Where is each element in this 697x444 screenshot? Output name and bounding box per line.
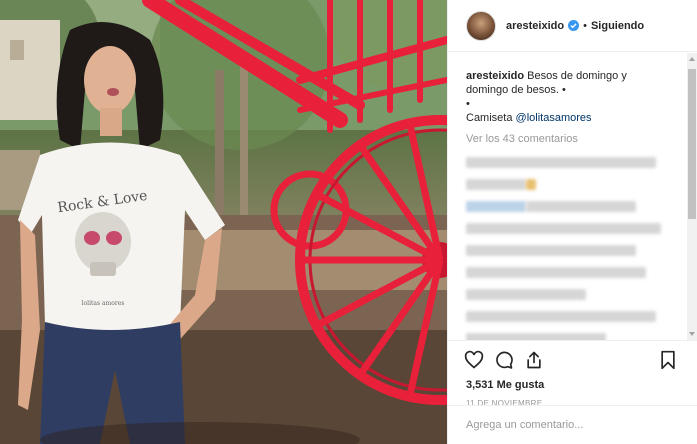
blurred-comment (466, 199, 688, 215)
heart-icon (464, 350, 484, 369)
blurred-comment (466, 155, 688, 171)
blurred-comment (466, 309, 688, 325)
verified-badge-icon (568, 20, 580, 31)
avatar[interactable] (466, 10, 496, 41)
instagram-post: Rock & Love lolitas amores aresteixido •… (0, 0, 697, 444)
comments-scrollbar[interactable] (687, 53, 697, 340)
comment-bubble-icon (496, 351, 513, 369)
post-side-panel: aresteixido • Siguiendo aresteixido Beso… (447, 0, 697, 444)
caption-username[interactable]: aresteixido (466, 70, 524, 82)
actions-bar: 3,531 Me gusta 11 DE NOVIEMBRE (448, 340, 697, 408)
photo-illustration: Rock & Love lolitas amores (0, 0, 447, 444)
scroll-up-arrow-icon[interactable] (689, 57, 695, 61)
blurred-comment (466, 221, 688, 237)
shirt-brand-text: lolitas amores (82, 300, 125, 307)
likes-count[interactable]: 3,531 Me gusta (462, 379, 680, 391)
caption-mention-link[interactable]: @lolitasamores (516, 112, 592, 124)
following-button[interactable]: Siguiendo (591, 20, 644, 32)
bookmark-icon (661, 350, 675, 370)
comment-button[interactable] (492, 348, 516, 372)
post-header: aresteixido • Siguiendo (448, 0, 697, 52)
caption-bullet: • (466, 98, 470, 110)
blurred-comment (466, 177, 688, 193)
caption-shirt-label: Camiseta (466, 112, 513, 124)
blurred-comment (466, 287, 688, 303)
separator-dot: • (583, 19, 587, 32)
comments-area: aresteixido Besos de domingo y domingo d… (448, 53, 688, 340)
view-all-comments-link[interactable]: Ver los 43 comentarios (466, 133, 688, 145)
blurred-comment (466, 265, 688, 281)
save-button[interactable] (656, 348, 680, 372)
header-username[interactable]: aresteixido (506, 20, 564, 32)
like-button[interactable] (462, 348, 486, 372)
add-comment-box (448, 405, 697, 444)
blurred-comment (466, 243, 688, 259)
share-upload-icon (527, 351, 541, 369)
scrollbar-thumb[interactable] (688, 69, 696, 219)
blurred-comment (466, 331, 688, 340)
comment-input[interactable] (466, 419, 680, 431)
scroll-down-arrow-icon[interactable] (689, 332, 695, 336)
share-button[interactable] (522, 348, 546, 372)
caption: aresteixido Besos de domingo y domingo d… (466, 69, 666, 125)
post-photo[interactable]: Rock & Love lolitas amores (0, 0, 447, 444)
